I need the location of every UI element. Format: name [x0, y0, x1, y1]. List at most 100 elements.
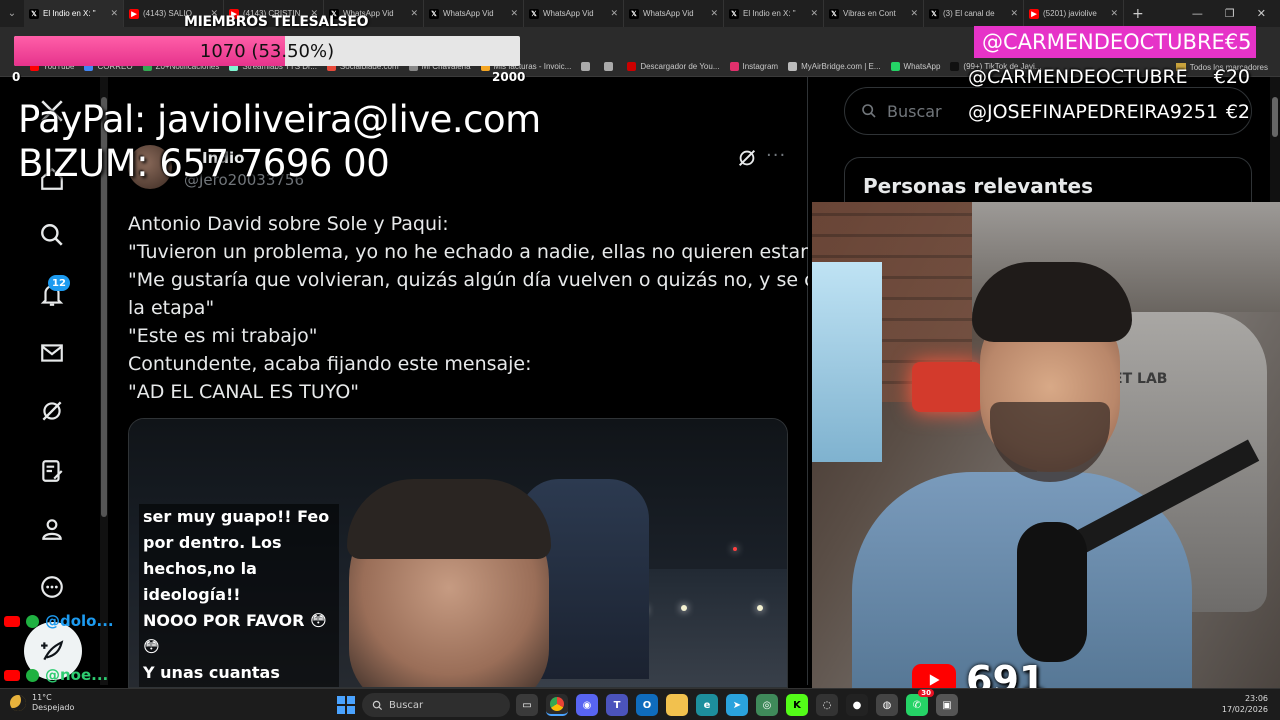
whatsapp-icon[interactable]: ✆ 30 — [906, 689, 934, 716]
chat-user: @noe... — [45, 666, 109, 684]
edge-icon[interactable]: e — [696, 694, 718, 716]
caption-line: ideología!! — [143, 585, 241, 604]
browser-tab[interactable]: 𝕏 WhatsApp Vid ✕ — [524, 0, 624, 27]
search-icon — [372, 700, 383, 710]
bookmark-icon — [890, 62, 900, 71]
bookmark-icon — [627, 62, 637, 71]
discord-icon[interactable]: ◉ — [576, 694, 598, 716]
bookmark-label: Instagram — [742, 62, 779, 71]
tweet-video[interactable]: ser muy guapo!! Feo por dentro. Los hechos… — [128, 418, 788, 688]
tweet-line: "AD EL CANAL ES TUYO" — [128, 381, 360, 403]
kick-icon[interactable]: K — [786, 694, 808, 716]
app-icon[interactable]: ▣ — [936, 694, 958, 716]
task-view-icon[interactable]: ▭ — [516, 694, 538, 716]
browser-tab[interactable]: 𝕏 (3) El canal de ✕ — [924, 0, 1024, 27]
compose-list-icon[interactable] — [34, 453, 70, 489]
bookmark-item[interactable]: MyAirBridge.com | E... — [788, 62, 881, 71]
tweet-line: Antonio David sobre Sole y Paqui: — [128, 213, 449, 235]
close-tab-icon[interactable]: ✕ — [1010, 8, 1018, 19]
taskbar-clock[interactable]: 23:06 17/02/2026 — [1222, 693, 1268, 715]
tweet-line: "Este es mi trabajo" — [128, 325, 318, 347]
minimize-button[interactable]: — — [1192, 7, 1203, 20]
moon-icon — [10, 695, 26, 711]
donation-highlight: @CARMENDEOCTUBRE €5 — [974, 26, 1256, 58]
file-explorer-icon[interactable] — [666, 694, 688, 716]
bookmark-label: MyAirBridge.com | E... — [801, 62, 881, 71]
bookmark-item[interactable] — [604, 62, 617, 71]
bizum-info: BIZUM: 657 7696 00 — [18, 142, 390, 185]
bookmark-item[interactable]: WhatsApp — [890, 62, 940, 71]
more-options-icon[interactable] — [34, 569, 70, 605]
tab-label: (5201) javiolive — [1043, 9, 1097, 18]
chat-status-icon — [26, 614, 39, 628]
obs-icon[interactable]: ◌ — [816, 694, 838, 716]
maximize-button[interactable]: ❐ — [1225, 7, 1235, 20]
close-window-button[interactable]: ✕ — [1257, 7, 1266, 20]
donation-amount: €20 — [1213, 66, 1250, 88]
bookmark-item[interactable]: Descargador de You... — [627, 62, 720, 71]
caption-line: NOOO POR FAVOR 😳 — [143, 611, 327, 630]
close-tab-icon[interactable]: ✕ — [110, 8, 118, 19]
close-tab-icon[interactable]: ✕ — [810, 8, 818, 19]
video-light — [681, 605, 687, 611]
donation-amount: €2 — [1225, 101, 1250, 123]
bookmark-item[interactable] — [581, 62, 594, 71]
search-icon[interactable] — [34, 217, 70, 253]
youtube-icon — [4, 615, 20, 627]
weather-widget[interactable]: 11°C Despejado — [10, 693, 74, 713]
scroll-thumb[interactable] — [1272, 97, 1278, 137]
outlook-icon[interactable]: O — [636, 694, 658, 716]
tweet-line: la etapa" — [128, 297, 215, 319]
bookmark-icon — [581, 62, 591, 71]
browser-tab[interactable]: ▶ (5201) javiolive ✕ — [1024, 0, 1124, 27]
close-tab-icon[interactable]: ✕ — [410, 8, 418, 19]
tweet-line: "Tuvieron un problema, yo no he echado a… — [128, 241, 817, 263]
browser-tab[interactable]: 𝕏 El Indio en X: " ✕ — [724, 0, 824, 27]
close-tab-icon[interactable]: ✕ — [510, 8, 518, 19]
taskbar-search[interactable]: Buscar — [362, 693, 510, 717]
tab-search-button[interactable]: ⌄ — [0, 0, 24, 27]
tab-label: WhatsApp Vid — [643, 9, 694, 18]
grok-icon[interactable] — [736, 147, 758, 169]
close-tab-icon[interactable]: ✕ — [610, 8, 618, 19]
teams-icon[interactable]: T — [606, 694, 628, 716]
app-icon[interactable]: ● — [846, 694, 868, 716]
browser-tab[interactable]: 𝕏 WhatsApp Vid ✕ — [424, 0, 524, 27]
search-icon — [862, 104, 876, 118]
mail-icon[interactable] — [34, 335, 70, 371]
goal-title: MIEMBROS TELESALSEO — [184, 14, 369, 30]
chrome-icon[interactable] — [546, 694, 568, 716]
close-tab-icon[interactable]: ✕ — [1110, 8, 1118, 19]
globe-icon[interactable]: ◎ — [756, 694, 778, 716]
bookmark-icon — [729, 62, 739, 71]
x-icon: 𝕏 — [929, 8, 939, 19]
more-icon[interactable]: ··· — [766, 147, 790, 169]
browser-tab[interactable]: 𝕏 El Indio en X: " ✕ — [24, 0, 124, 27]
telegram-icon[interactable]: ➤ — [726, 694, 748, 716]
windows-taskbar: 11°C Despejado Buscar ▭ ◉ T O e ➤ ◎ K ◌ … — [0, 688, 1280, 720]
x-icon: 𝕏 — [29, 8, 39, 19]
profile-icon[interactable] — [34, 511, 70, 547]
x-icon: 𝕏 — [829, 8, 839, 19]
tweet-line: Contundente, acaba fijando este mensaje: — [128, 353, 532, 375]
close-tab-icon[interactable]: ✕ — [910, 8, 918, 19]
bookmark-icon — [950, 62, 960, 71]
browser-tab[interactable]: 𝕏 Vibras en Cont ✕ — [824, 0, 924, 27]
chat-message: @noe... — [4, 666, 108, 684]
goal-progress-text: 1070 (53.50%) — [199, 40, 335, 62]
caption-line: por dentro. Los — [143, 533, 282, 552]
grok-icon[interactable] — [34, 393, 70, 429]
paypal-info: PayPal: javioliveira@live.com — [18, 98, 541, 141]
tab-label: Vibras en Cont — [843, 9, 896, 18]
member-goal-bar: 1070 (53.50%) — [14, 36, 520, 66]
new-tab-button[interactable]: + — [1124, 6, 1152, 22]
browser-tab[interactable]: 𝕏 WhatsApp Vid ✕ — [624, 0, 724, 27]
bookmark-item[interactable]: Instagram — [729, 62, 779, 71]
close-tab-icon[interactable]: ✕ — [710, 8, 718, 19]
chat-status-icon — [26, 668, 39, 682]
relevant-people-title: Personas relevantes — [863, 174, 1093, 198]
app-icon[interactable]: ◍ — [876, 694, 898, 716]
start-button[interactable] — [337, 696, 355, 714]
donation-entry: @CARMENDEOCTUBRE €20 — [968, 66, 1250, 88]
tab-label: (3) El canal de — [943, 9, 995, 18]
